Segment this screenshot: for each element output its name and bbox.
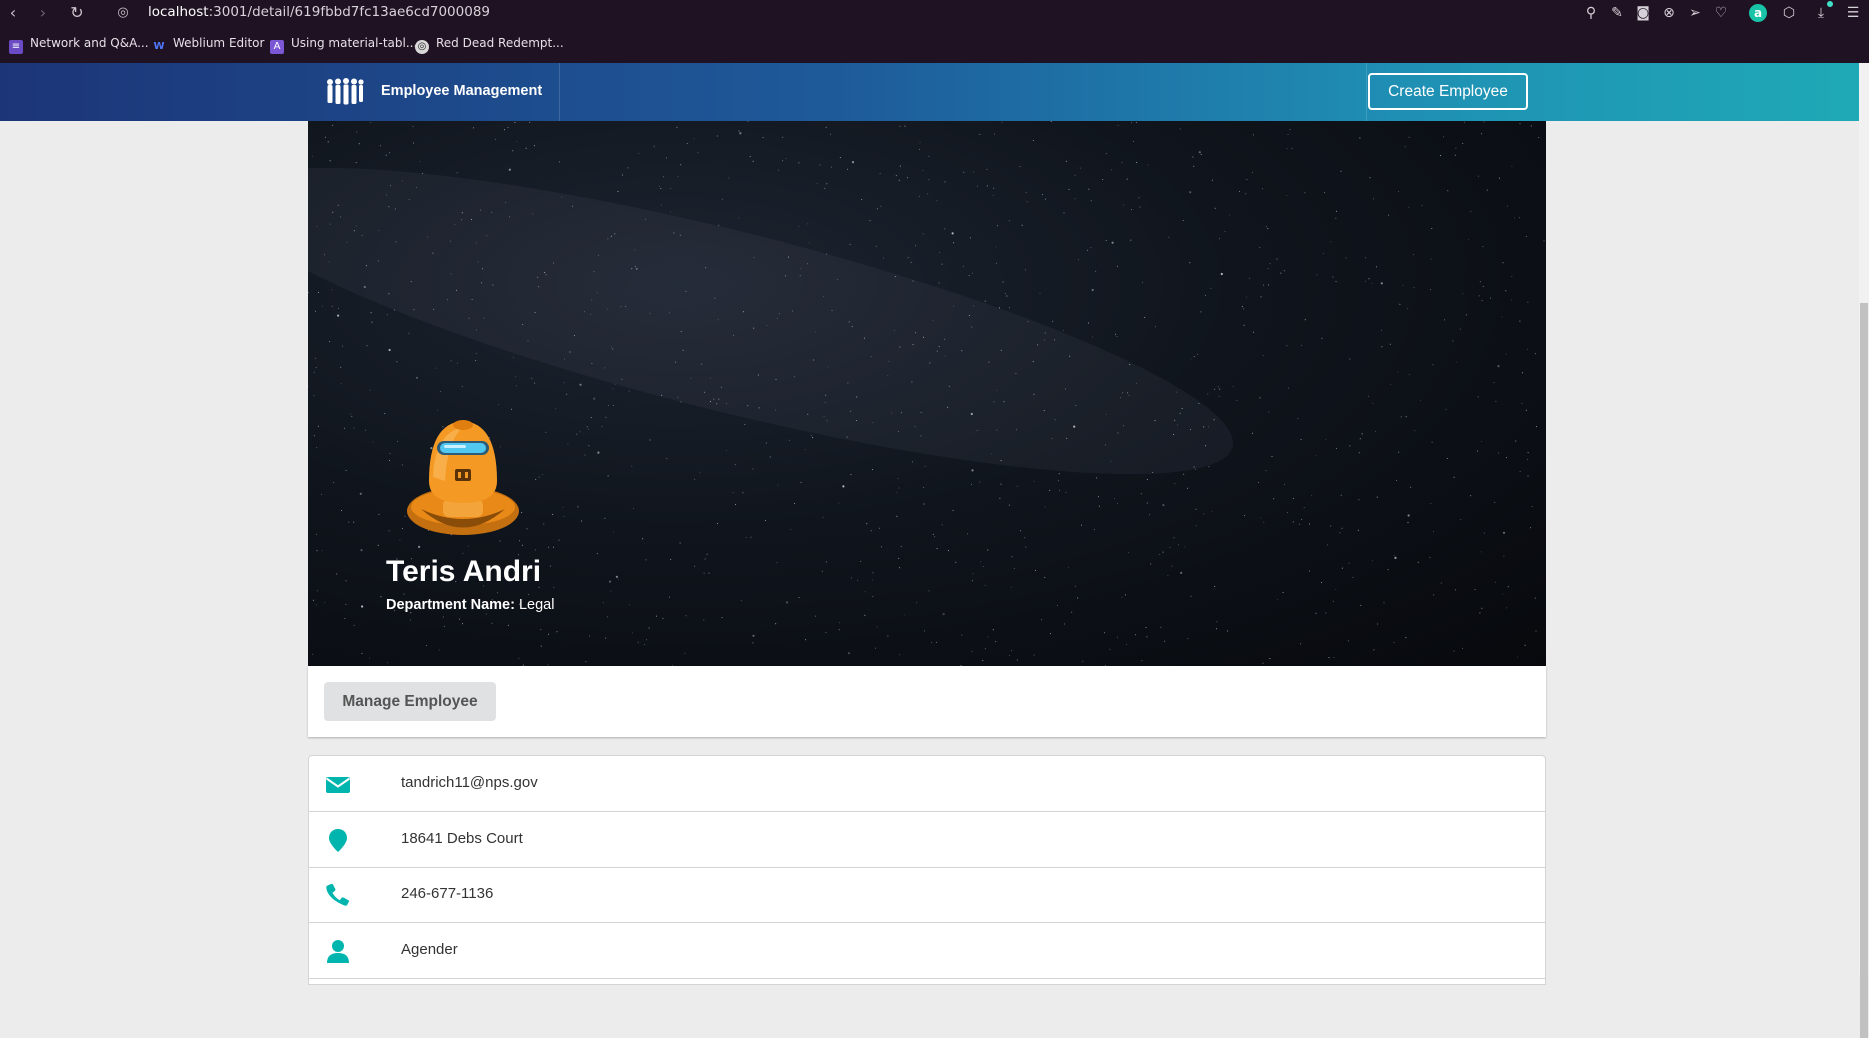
- menu-icon[interactable]: ☰: [1843, 3, 1863, 23]
- account-icon[interactable]: a: [1749, 4, 1767, 22]
- address-bar-row: ‹ › ↻ ◎ localhost:3001/detail/619fbbd7fc…: [0, 0, 1869, 26]
- manage-employee-button[interactable]: Manage Employee: [324, 682, 496, 721]
- list-item-gender: Agender: [309, 923, 1545, 979]
- send-icon[interactable]: ➢: [1685, 3, 1705, 23]
- phone-value: 246-677-1136: [401, 885, 494, 902]
- people-logo-icon[interactable]: [326, 78, 364, 106]
- browser-chrome: ‹ › ↻ ◎ localhost:3001/detail/619fbbd7fc…: [0, 0, 1869, 63]
- address-bar-url[interactable]: localhost:3001/detail/619fbbd7fc13ae6cd7…: [148, 4, 490, 20]
- page-scrollbar[interactable]: [1859, 63, 1869, 1038]
- material-icon: A: [270, 40, 284, 54]
- game-icon: ◎: [415, 40, 429, 54]
- navbar-divider: [559, 63, 560, 121]
- bookmark-item[interactable]: ◎ Red Dead Redempt...: [415, 36, 564, 54]
- back-icon[interactable]: ‹: [2, 2, 24, 24]
- top-navbar: Employee Management Create Employee: [0, 63, 1859, 121]
- envelope-icon: [325, 777, 351, 793]
- gender-value: Agender: [401, 941, 458, 958]
- globe-icon: ◎: [117, 5, 129, 20]
- list-item-email: tandrich11@nps.gov: [309, 756, 1545, 812]
- navbar-divider: [1366, 63, 1367, 121]
- bookmark-item[interactable]: W Weblium Editor: [152, 36, 264, 54]
- list-icon: ≡: [9, 40, 23, 54]
- avatar: [407, 420, 519, 535]
- phone-icon: [326, 883, 350, 906]
- profile-actions: Manage Employee: [308, 666, 1546, 737]
- reload-icon[interactable]: ↻: [66, 2, 88, 24]
- user-icon: [327, 940, 349, 963]
- weblium-icon: W: [153, 41, 165, 52]
- bookmark-item[interactable]: ≡ Network and Q&A...: [9, 36, 149, 54]
- address-value: 18641 Debs Court: [401, 830, 523, 847]
- forward-icon[interactable]: ›: [32, 2, 54, 24]
- email-value: tandrich11@nps.gov: [401, 774, 538, 791]
- employee-department: Department Name: Legal: [386, 597, 555, 613]
- list-item-phone: 246-677-1136: [309, 867, 1545, 923]
- download-badge: [1827, 1, 1833, 7]
- camera-icon[interactable]: ◙: [1633, 3, 1653, 23]
- zoom-icon[interactable]: ⚲: [1581, 3, 1601, 23]
- employee-name: Teris Andri: [386, 555, 542, 588]
- heart-icon[interactable]: ♡: [1711, 3, 1731, 23]
- create-employee-button[interactable]: Create Employee: [1368, 73, 1528, 110]
- map-marker-icon: [329, 829, 347, 852]
- scrollbar-thumb[interactable]: [1860, 303, 1868, 1038]
- employee-details-list: tandrich11@nps.gov 18641 Debs Court 246-…: [308, 755, 1546, 985]
- cube-icon[interactable]: ⬡: [1779, 3, 1799, 23]
- list-item-address: 18641 Debs Court: [309, 812, 1545, 868]
- bookmarks-bar: ≡ Network and Q&A... W Weblium Editor A Usi…: [0, 33, 1869, 57]
- bookmark-item[interactable]: A Using material-tabl...: [270, 36, 417, 54]
- profile-hero: Teris Andri Department Name: Legal: [308, 121, 1546, 666]
- department-value: Legal: [518, 597, 555, 613]
- edit-icon[interactable]: ✎: [1607, 3, 1627, 23]
- brand-title[interactable]: Employee Management: [381, 83, 542, 99]
- block-icon[interactable]: ⊗: [1659, 3, 1679, 23]
